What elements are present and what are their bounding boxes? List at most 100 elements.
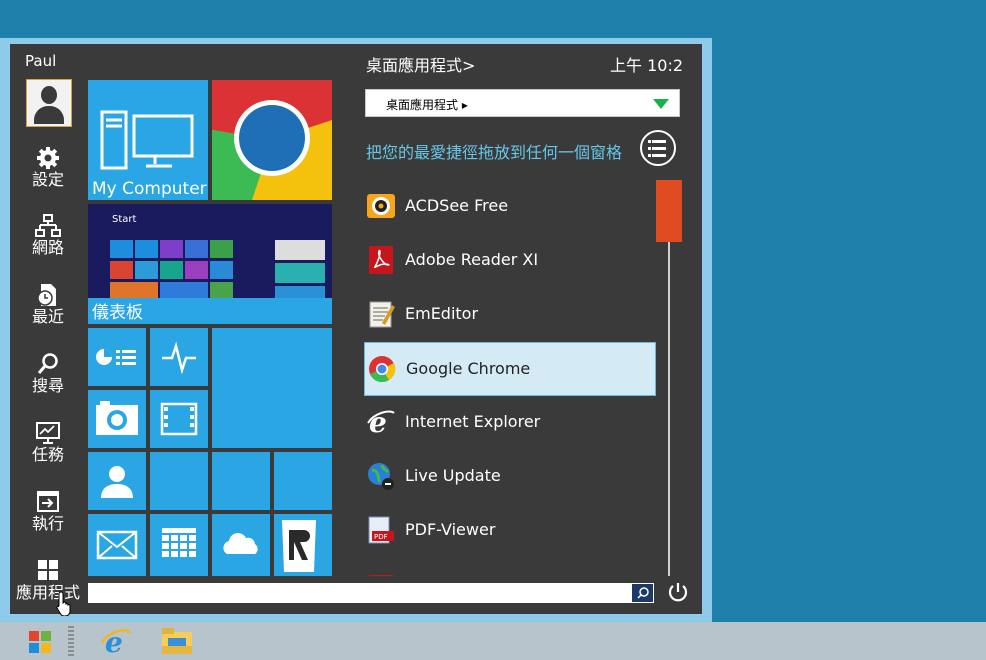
chrome-icon xyxy=(369,356,396,383)
start-preview-label: Start xyxy=(112,214,137,225)
sidebar-label: 設定 xyxy=(31,170,64,189)
clock-time: 上午 10:2 xyxy=(610,56,684,75)
mail-icon xyxy=(96,530,138,560)
app-label: Google Chrome xyxy=(406,359,531,378)
list-item-pdf-viewer[interactable]: PDF PDF-Viewer xyxy=(364,504,656,558)
tile-r-app[interactable] xyxy=(274,514,332,576)
chrome-icon xyxy=(212,80,332,200)
tile-large-empty[interactable] xyxy=(212,328,332,448)
app-label: Adobe Reader XI xyxy=(405,250,539,269)
user-avatar[interactable] xyxy=(26,79,72,127)
sidebar-item-search[interactable]: 搜尋 xyxy=(14,352,82,395)
list-item-partial[interactable] xyxy=(364,558,656,576)
tile-video[interactable] xyxy=(150,390,208,448)
search-icon xyxy=(34,352,62,376)
start-screen-preview-icon xyxy=(110,240,325,298)
pdf-viewer-icon: PDF xyxy=(368,516,394,544)
app-label: ACDSee Free xyxy=(405,196,509,215)
tile-calendar[interactable] xyxy=(150,514,208,576)
search-input[interactable] xyxy=(88,583,654,603)
dropdown-value: 桌面應用程式 ▸ xyxy=(386,98,468,112)
panel-title[interactable]: 桌面應用程式> xyxy=(366,52,475,76)
list-item-adobe-reader[interactable]: Adobe Reader XI xyxy=(364,234,656,288)
person-icon xyxy=(101,466,133,498)
computer-icon xyxy=(100,110,194,170)
category-dropdown[interactable]: 桌面應用程式 ▸ xyxy=(365,89,680,117)
stats-list-icon xyxy=(96,349,136,365)
camera-icon xyxy=(96,401,138,435)
list-item-live-update[interactable]: Live Update xyxy=(364,450,656,504)
adobe-reader-icon xyxy=(369,246,393,274)
sidebar-label: 最近 xyxy=(31,307,64,326)
list-item-google-chrome[interactable]: Google Chrome xyxy=(364,342,656,396)
svg-text:PDF: PDF xyxy=(374,533,388,541)
app-icon xyxy=(369,575,393,576)
tile-my-computer[interactable]: My Computer xyxy=(88,80,208,200)
drag-hint: 把您的最愛捷徑拖放到任何一個窗格 xyxy=(366,143,623,162)
tile-dashboard[interactable]: Start 儀表板 xyxy=(88,204,332,324)
tile-chrome[interactable] xyxy=(212,80,332,200)
list-line-icon xyxy=(652,140,666,143)
taskbar-grip[interactable] xyxy=(68,626,74,656)
avatar-head-icon xyxy=(41,86,57,104)
list-view-button[interactable] xyxy=(640,130,676,166)
list-line-icon xyxy=(652,147,666,150)
dropdown-arrow-icon xyxy=(653,99,669,109)
search-icon xyxy=(637,587,649,599)
list-item-emeditor[interactable]: EmEditor xyxy=(364,288,656,342)
search-button[interactable] xyxy=(632,584,653,602)
tile-caption: 儀表板 xyxy=(92,303,143,323)
sidebar-label: 搜尋 xyxy=(31,376,64,395)
list-item-acdsee[interactable]: ACDSee Free xyxy=(364,180,656,234)
sidebar-item-run[interactable]: 執行 xyxy=(14,490,82,533)
sidebar-item-network[interactable]: 網路 xyxy=(14,214,82,257)
gear-icon xyxy=(34,146,62,170)
sidebar-item-recent[interactable]: 最近 xyxy=(14,283,82,326)
tile-camera[interactable] xyxy=(88,390,146,448)
acdsee-icon xyxy=(367,194,395,218)
power-icon[interactable] xyxy=(666,580,690,604)
app-label: Live Update xyxy=(405,466,501,485)
live-update-icon xyxy=(368,463,394,490)
tile-cloud[interactable] xyxy=(212,514,270,576)
sidebar-label: 網路 xyxy=(31,238,64,257)
ie-taskbar-icon[interactable]: e xyxy=(100,625,132,657)
user-name: Paul xyxy=(25,52,57,70)
sidebar-item-tasks[interactable]: 任務 xyxy=(14,421,82,464)
tile-stats[interactable] xyxy=(88,328,146,386)
recent-documents-icon xyxy=(34,283,62,307)
tile-empty-1[interactable] xyxy=(150,452,208,510)
emeditor-icon xyxy=(369,301,395,328)
network-icon xyxy=(34,214,62,238)
sidebar-item-settings[interactable]: 設定 xyxy=(14,146,82,189)
ie-icon: e xyxy=(367,407,395,437)
tile-mail[interactable] xyxy=(88,514,146,576)
tile-empty-2[interactable] xyxy=(212,452,270,510)
film-icon xyxy=(160,402,198,436)
list-dot-icon xyxy=(648,154,651,157)
file-explorer-icon[interactable] xyxy=(160,626,194,656)
pulse-icon xyxy=(162,341,196,375)
app-label: EmEditor xyxy=(405,304,479,323)
sidebar-label: 執行 xyxy=(31,514,64,533)
taskbar xyxy=(0,622,986,660)
app-label: Internet Explorer xyxy=(405,412,541,431)
windows-start-icon[interactable] xyxy=(28,630,52,654)
tile-empty-3[interactable] xyxy=(274,452,332,510)
task-monitor-icon xyxy=(34,421,62,445)
tile-caption: My Computer xyxy=(92,179,207,199)
list-item-internet-explorer[interactable]: e Internet Explorer xyxy=(364,396,656,450)
cloud-icon xyxy=(223,533,258,554)
scrollbar-thumb[interactable] xyxy=(656,180,682,242)
r-app-icon xyxy=(282,520,316,572)
app-label: PDF-Viewer xyxy=(405,520,496,539)
list-line-icon xyxy=(652,154,666,157)
tile-pulse[interactable] xyxy=(150,328,208,386)
list-dot-icon xyxy=(648,147,651,150)
avatar-body-icon xyxy=(34,106,64,124)
tile-people[interactable] xyxy=(88,452,146,510)
hand-cursor-icon xyxy=(56,591,71,616)
apps-grid-icon xyxy=(34,559,62,583)
list-dot-icon xyxy=(648,140,651,143)
app-list: ACDSee Free Adobe Reader XI EmEditor Goo… xyxy=(364,180,656,576)
